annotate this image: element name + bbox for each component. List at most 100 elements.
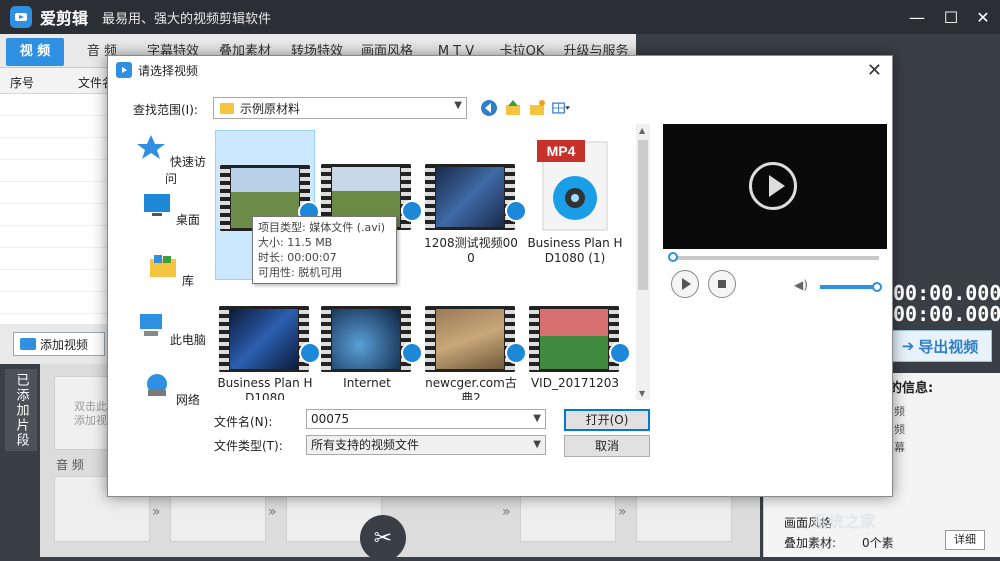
add-video-label: 添加视频 (40, 337, 89, 352)
file-item[interactable]: Internet (317, 284, 423, 400)
select-video-dialog: 请选择视频 ✕ 查找范围(I): 示例原材料 ▼ 快速访问 桌面 库 此电脑 网… (107, 55, 893, 497)
info-line: 幕 (894, 441, 905, 454)
file-list-scrollbar[interactable]: ▲ ▼ (636, 124, 650, 400)
play-icon[interactable] (749, 162, 797, 210)
desktop-icon (144, 194, 171, 216)
seek-knob[interactable] (668, 252, 678, 262)
menu-tab-video[interactable]: 视 频 (6, 38, 64, 66)
volume-slider[interactable] (820, 282, 882, 292)
scroll-down-icon[interactable]: ▼ (639, 389, 645, 398)
app-logo-icon (10, 6, 32, 28)
place-label: 桌面 (175, 213, 200, 227)
back-icon[interactable] (480, 99, 498, 117)
dialog-close-icon[interactable]: ✕ (867, 60, 882, 81)
chevron-down-icon: ▼ (454, 100, 462, 111)
file-tooltip: 项目类型: 媒体文件 (.avi) 大小: 11.5 MB 时长: 00:00:… (252, 216, 397, 284)
folder-icon (220, 102, 234, 114)
export-video-button[interactable]: ➔ 导出视频 (888, 330, 992, 362)
tooltip-availability: 可用性: 脱机可用 (258, 266, 343, 279)
added-clips-tab[interactable]: 已添加片段 (5, 369, 37, 451)
view-menu-icon[interactable] (552, 99, 570, 117)
chevron-right-icon: » (618, 504, 627, 520)
video-thumbnail (529, 306, 619, 372)
filetype-label: 文件类型(T): (214, 439, 283, 453)
tooltip-duration: 时长: 00:00:07 (258, 251, 337, 264)
file-item[interactable]: MP4 Business Plan HD1080 (1) (525, 130, 625, 280)
network-icon (147, 374, 168, 396)
video-thumbnail (219, 306, 309, 372)
place-network[interactable]: 网络 (133, 372, 209, 408)
app-name: 爱剪辑 (40, 9, 89, 28)
timecode-total: 00:00.000 (893, 302, 1000, 326)
place-label: 库 (181, 274, 194, 288)
computer-icon (140, 314, 163, 336)
video-badge-icon (505, 342, 527, 364)
open-button[interactable]: 打开(O) (564, 409, 650, 431)
play-button[interactable] (671, 270, 699, 298)
stop-button[interactable] (708, 270, 736, 298)
mp4-file-icon: MP4 (537, 140, 608, 231)
chevron-down-icon[interactable]: ▼ (533, 410, 541, 428)
scrollbar-thumb[interactable] (638, 140, 648, 290)
seek-bar[interactable] (668, 252, 879, 262)
up-folder-icon[interactable] (504, 99, 522, 117)
place-label: 此电脑 (169, 333, 206, 347)
tooltip-size: 大小: 11.5 MB (258, 236, 333, 249)
new-folder-icon[interactable] (528, 99, 546, 117)
video-badge-icon (505, 200, 527, 222)
filetype-select[interactable]: 所有支持的视频文件 ▼ (306, 435, 546, 455)
filename-input[interactable]: 00075 ▼ (306, 409, 546, 429)
minimize-icon[interactable]: — (906, 6, 928, 28)
play-small-icon (682, 278, 691, 290)
file-name: newcger.com古典2 (425, 376, 517, 400)
detail-button[interactable]: 详细 (945, 530, 985, 550)
add-video-button[interactable]: 添加视频 (13, 332, 105, 356)
file-item[interactable]: VID_20171203_... (525, 284, 631, 400)
places-bar: 快速访问 桌面 库 此电脑 网络 (133, 126, 209, 456)
chevron-right-icon: » (502, 504, 511, 520)
scissors-icon[interactable]: ✂ (360, 515, 406, 561)
chevron-down-icon[interactable]: ▼ (533, 436, 541, 454)
tooltip-type: 项目类型: 媒体文件 (.avi) (258, 221, 386, 234)
info-line: 频 (894, 405, 905, 418)
stop-icon (718, 280, 726, 288)
dialog-app-icon (116, 62, 132, 78)
video-badge-icon (401, 342, 423, 364)
volume-knob[interactable] (872, 282, 882, 292)
lookin-select[interactable]: 示例原材料 ▼ (213, 97, 467, 119)
export-video-label: 导出视频 (918, 337, 979, 356)
place-library[interactable]: 库 (133, 253, 209, 289)
library-icon (150, 255, 177, 277)
info-line: 频 (894, 423, 905, 436)
place-quick-access[interactable]: 快速访问 (133, 134, 209, 187)
video-preview[interactable] (663, 124, 887, 249)
file-name: VID_20171203_... (530, 376, 620, 400)
file-name: Business Plan HD1080 (217, 376, 313, 400)
close-icon[interactable]: ✕ (972, 6, 994, 28)
file-item[interactable]: 1208测试视频000 (421, 130, 527, 280)
filename-label: 文件名(N): (214, 415, 273, 429)
place-label: 网络 (175, 393, 200, 407)
scroll-up-icon[interactable]: ▲ (639, 126, 645, 135)
chevron-right-icon: » (268, 504, 277, 520)
watermark: 系统之家 (812, 512, 877, 531)
video-badge-icon (609, 342, 631, 364)
dialog-title: 请选择视频 (138, 63, 199, 78)
place-desktop[interactable]: 桌面 (133, 192, 209, 228)
place-this-pc[interactable]: 此电脑 (133, 312, 209, 348)
filetype-value: 所有支持的视频文件 (311, 438, 420, 452)
file-name: Internet (343, 376, 391, 390)
volume-icon[interactable]: ◀) (794, 278, 808, 292)
video-thumbnail (321, 306, 411, 372)
star-icon (137, 135, 166, 159)
lookin-value: 示例原材料 (240, 101, 301, 116)
maximize-icon[interactable]: ☐ (940, 6, 962, 28)
file-item[interactable]: Business Plan HD1080 (215, 284, 321, 400)
cancel-button[interactable]: 取消 (564, 435, 650, 457)
video-badge-icon (401, 200, 423, 222)
clip-hint: 双击此 添加视 (74, 400, 107, 427)
app-slogan: 最易用、强大的视频剪辑软件 (102, 11, 272, 27)
file-name: 1208测试视频000 (424, 236, 518, 265)
file-item[interactable]: newcger.com古典2 (421, 284, 527, 400)
place-label: 快速访问 (164, 155, 206, 186)
